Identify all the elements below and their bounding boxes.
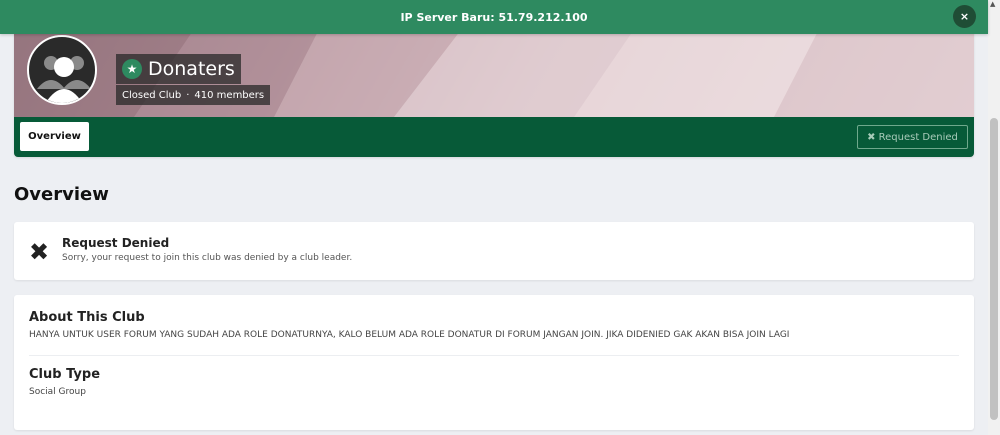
about-heading: About This Club <box>29 310 145 325</box>
request-denied-button: ✖ Request Denied <box>857 125 968 149</box>
divider <box>29 355 959 356</box>
club-meta: Closed Club · 410 members <box>116 85 271 105</box>
status-message: Sorry, your request to join this club wa… <box>62 253 353 263</box>
scrollbar-thumb[interactable] <box>990 118 998 420</box>
request-status-card: ✖ Request Denied Sorry, your request to … <box>14 222 974 280</box>
status-title: Request Denied <box>62 236 170 250</box>
club-type-heading: Club Type <box>29 367 101 382</box>
page-title: Overview <box>14 184 109 205</box>
club-name: Donaters <box>148 58 235 80</box>
scrollbar[interactable]: ▲ <box>988 0 1000 435</box>
about-card: About This Club HANYA UNTUK USER FORUM Y… <box>14 295 974 430</box>
close-icon: ✖ <box>29 238 50 266</box>
club-nav: Overview ✖ Request Denied <box>14 117 974 157</box>
meta-separator: · <box>186 89 190 101</box>
announcement-text: IP Server Baru: 51.79.212.100 <box>400 10 588 24</box>
star-icon: ★ <box>122 59 142 79</box>
announcement-bar: IP Server Baru: 51.79.212.100 × <box>0 0 988 34</box>
club-avatar <box>27 35 97 105</box>
club-title: ★ Donaters <box>116 54 241 84</box>
close-icon[interactable]: × <box>953 5 976 28</box>
about-description: HANYA UNTUK USER FORUM YANG SUDAH ADA RO… <box>29 330 790 340</box>
scroll-up-icon[interactable]: ▲ <box>990 0 995 8</box>
tab-overview[interactable]: Overview <box>20 122 89 151</box>
club-type-value: Social Group <box>29 387 86 397</box>
member-count[interactable]: 410 members <box>194 90 264 101</box>
club-privacy: Closed Club <box>122 89 182 101</box>
